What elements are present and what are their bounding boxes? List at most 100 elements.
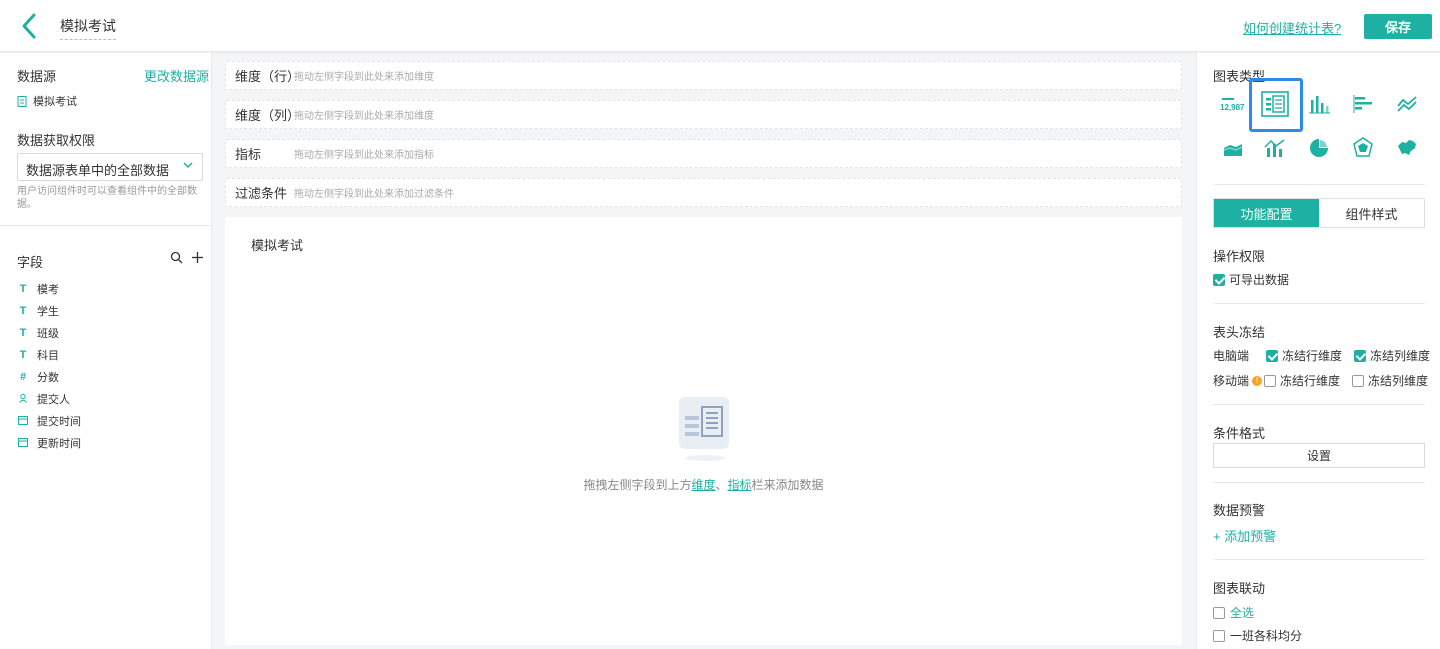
field-item[interactable]: T 科目 [17, 344, 81, 366]
dimension-link[interactable]: 维度 [691, 478, 715, 492]
freeze-col-label: 冻结列维度 [1370, 349, 1431, 363]
right-panel: 图表类型 12,987 功能配置 组件样式 操作权限 可导出数据 表头冻结 电脑… [1196, 53, 1440, 649]
empty-text-sep: 、 [715, 478, 728, 492]
permission-select[interactable]: 数据源表单中的全部数据 [17, 153, 203, 181]
linkage-item-checkbox[interactable] [1213, 629, 1225, 642]
tab-function-config[interactable]: 功能配置 [1214, 199, 1319, 227]
map-icon[interactable] [1393, 134, 1421, 162]
datasource-name: 模拟考试 [33, 96, 77, 108]
field-item[interactable]: T 班级 [17, 322, 81, 344]
page-title[interactable]: 模拟考试 [60, 16, 116, 40]
form-icon [17, 95, 27, 107]
dropzone-hint: 拖动左侧字段到此处来添加维度 [294, 72, 434, 83]
datasource-title: 数据源 [17, 69, 57, 84]
field-label: 学生 [37, 306, 59, 318]
freeze-col-label: 冻结列维度 [1368, 374, 1429, 388]
field-item[interactable]: 提交时间 [17, 410, 81, 432]
divider [1213, 482, 1425, 483]
bar-chart-icon[interactable] [1305, 90, 1333, 118]
exportable-option: 可导出数据 [1213, 271, 1289, 288]
fields-title: 字段 [17, 255, 44, 270]
conditional-format-setting-button[interactable]: 设置 [1213, 443, 1425, 468]
metric-dropzone[interactable]: 指标 拖动左侧字段到此处来添加指标 [225, 139, 1182, 168]
dropzone-label: 维度（行） [235, 69, 301, 84]
add-icon[interactable] [191, 251, 204, 264]
exportable-label: 可导出数据 [1229, 273, 1290, 287]
mobile-freeze-row-checkbox[interactable] [1264, 374, 1277, 387]
area-chart-icon[interactable] [1219, 134, 1247, 162]
permission-value: 数据源表单中的全部数据 [26, 163, 170, 178]
combo-chart-icon[interactable] [1261, 134, 1289, 162]
chevron-down-icon [182, 159, 194, 174]
field-label: 分数 [37, 372, 59, 384]
mobile-freeze-col-checkbox[interactable] [1352, 374, 1365, 387]
column-dimension-dropzone[interactable]: 维度（列） 拖动左侧字段到此处来添加维度 [225, 100, 1182, 129]
pivot-table-icon[interactable] [1261, 90, 1289, 118]
exportable-checkbox[interactable] [1213, 273, 1225, 286]
field-item[interactable]: 更新时间 [17, 432, 81, 454]
change-datasource-link[interactable]: 更改数据源 [144, 66, 209, 85]
dropzone-label: 指标 [235, 147, 262, 162]
select-all-option: 全选 [1213, 604, 1254, 621]
field-item[interactable]: 提交人 [17, 388, 81, 410]
field-item[interactable]: T 模考 [17, 278, 81, 300]
empty-text-suffix: 栏来添加数据 [751, 478, 824, 492]
line-chart-icon[interactable] [1393, 90, 1421, 118]
config-tabs: 功能配置 组件样式 [1213, 198, 1425, 228]
field-tools [170, 251, 204, 264]
field-label: 模考 [37, 284, 59, 296]
radar-chart-icon[interactable] [1349, 134, 1377, 162]
save-button[interactable]: 保存 [1364, 14, 1432, 39]
data-warning-title: 数据预警 [1213, 503, 1266, 518]
datasource-item: 模拟考试 [17, 93, 77, 109]
dropzone-label: 过滤条件 [235, 186, 288, 201]
pc-freeze-row-checkbox[interactable] [1266, 349, 1278, 362]
empty-text-prefix: 拖拽左侧字段到上方 [583, 478, 692, 492]
metric-link[interactable]: 指标 [728, 478, 752, 492]
field-item[interactable]: # 分数 [17, 366, 81, 388]
kpi-number: 12,987 [1220, 103, 1245, 112]
dropzone-label: 维度（列） [235, 108, 301, 123]
conditional-format-title: 条件格式 [1213, 426, 1266, 441]
pie-chart-icon[interactable] [1305, 134, 1333, 162]
dropzone-hint: 拖动左侧字段到此处来添加过滤条件 [294, 189, 454, 200]
indicator-card-icon[interactable]: 12,987 [1219, 91, 1247, 119]
canvas-title: 模拟考试 [251, 238, 304, 253]
divider [1213, 559, 1425, 560]
field-label: 班级 [37, 328, 59, 340]
linkage-item: 一班各科均分 [1213, 627, 1302, 644]
top-bar: 模拟考试 如何创建统计表? 保存 [0, 0, 1440, 52]
field-label: 更新时间 [37, 438, 81, 450]
chart-canvas: 模拟考试 拖拽左侧字段到上方维度、指标栏来添加数据 [225, 217, 1182, 645]
freeze-row-label: 冻结行维度 [1280, 374, 1341, 388]
select-all-checkbox[interactable] [1213, 606, 1225, 619]
pc-label: 电脑端 [1213, 349, 1250, 363]
add-warning-button[interactable]: + 添加预警 [1213, 526, 1276, 545]
dropzone-hint: 拖动左侧字段到此处来添加指标 [294, 150, 434, 161]
search-icon[interactable] [170, 251, 183, 264]
help-link[interactable]: 如何创建统计表? [1243, 18, 1341, 37]
add-warning-label: 添加预警 [1224, 529, 1277, 544]
field-label: 科目 [37, 350, 59, 362]
text-icon: T [19, 305, 27, 317]
calendar-icon [17, 415, 29, 428]
pc-freeze-col-checkbox[interactable] [1354, 349, 1366, 362]
info-icon[interactable]: ! [1252, 375, 1263, 386]
user-icon [17, 393, 29, 406]
empty-state-text: 拖拽左侧字段到上方维度、指标栏来添加数据 [225, 476, 1182, 493]
field-list: T 模考 T 学生 T 班级 T 科目 # 分数 提交人 提交时间 更新时间 [17, 278, 81, 454]
left-panel: 数据源 更改数据源 模拟考试 数据获取权限 数据源表单中的全部数据 用户访问组件… [0, 53, 212, 649]
tab-component-style[interactable]: 组件样式 [1319, 199, 1424, 227]
freeze-header-title: 表头冻结 [1213, 325, 1266, 340]
back-arrow-icon[interactable] [18, 12, 42, 40]
filter-dropzone[interactable]: 过滤条件 拖动左侧字段到此处来添加过滤条件 [225, 178, 1182, 207]
divider [1213, 303, 1425, 304]
field-item[interactable]: T 学生 [17, 300, 81, 322]
calendar-icon [17, 437, 29, 450]
operation-permission-title: 操作权限 [1213, 249, 1266, 264]
empty-table-icon [677, 395, 733, 463]
row-dimension-dropzone[interactable]: 维度（行） 拖动左侧字段到此处来添加维度 [225, 61, 1182, 90]
permission-title: 数据获取权限 [17, 133, 96, 148]
horizontal-bar-icon[interactable] [1349, 90, 1377, 118]
chart-linkage-title: 图表联动 [1213, 581, 1266, 596]
